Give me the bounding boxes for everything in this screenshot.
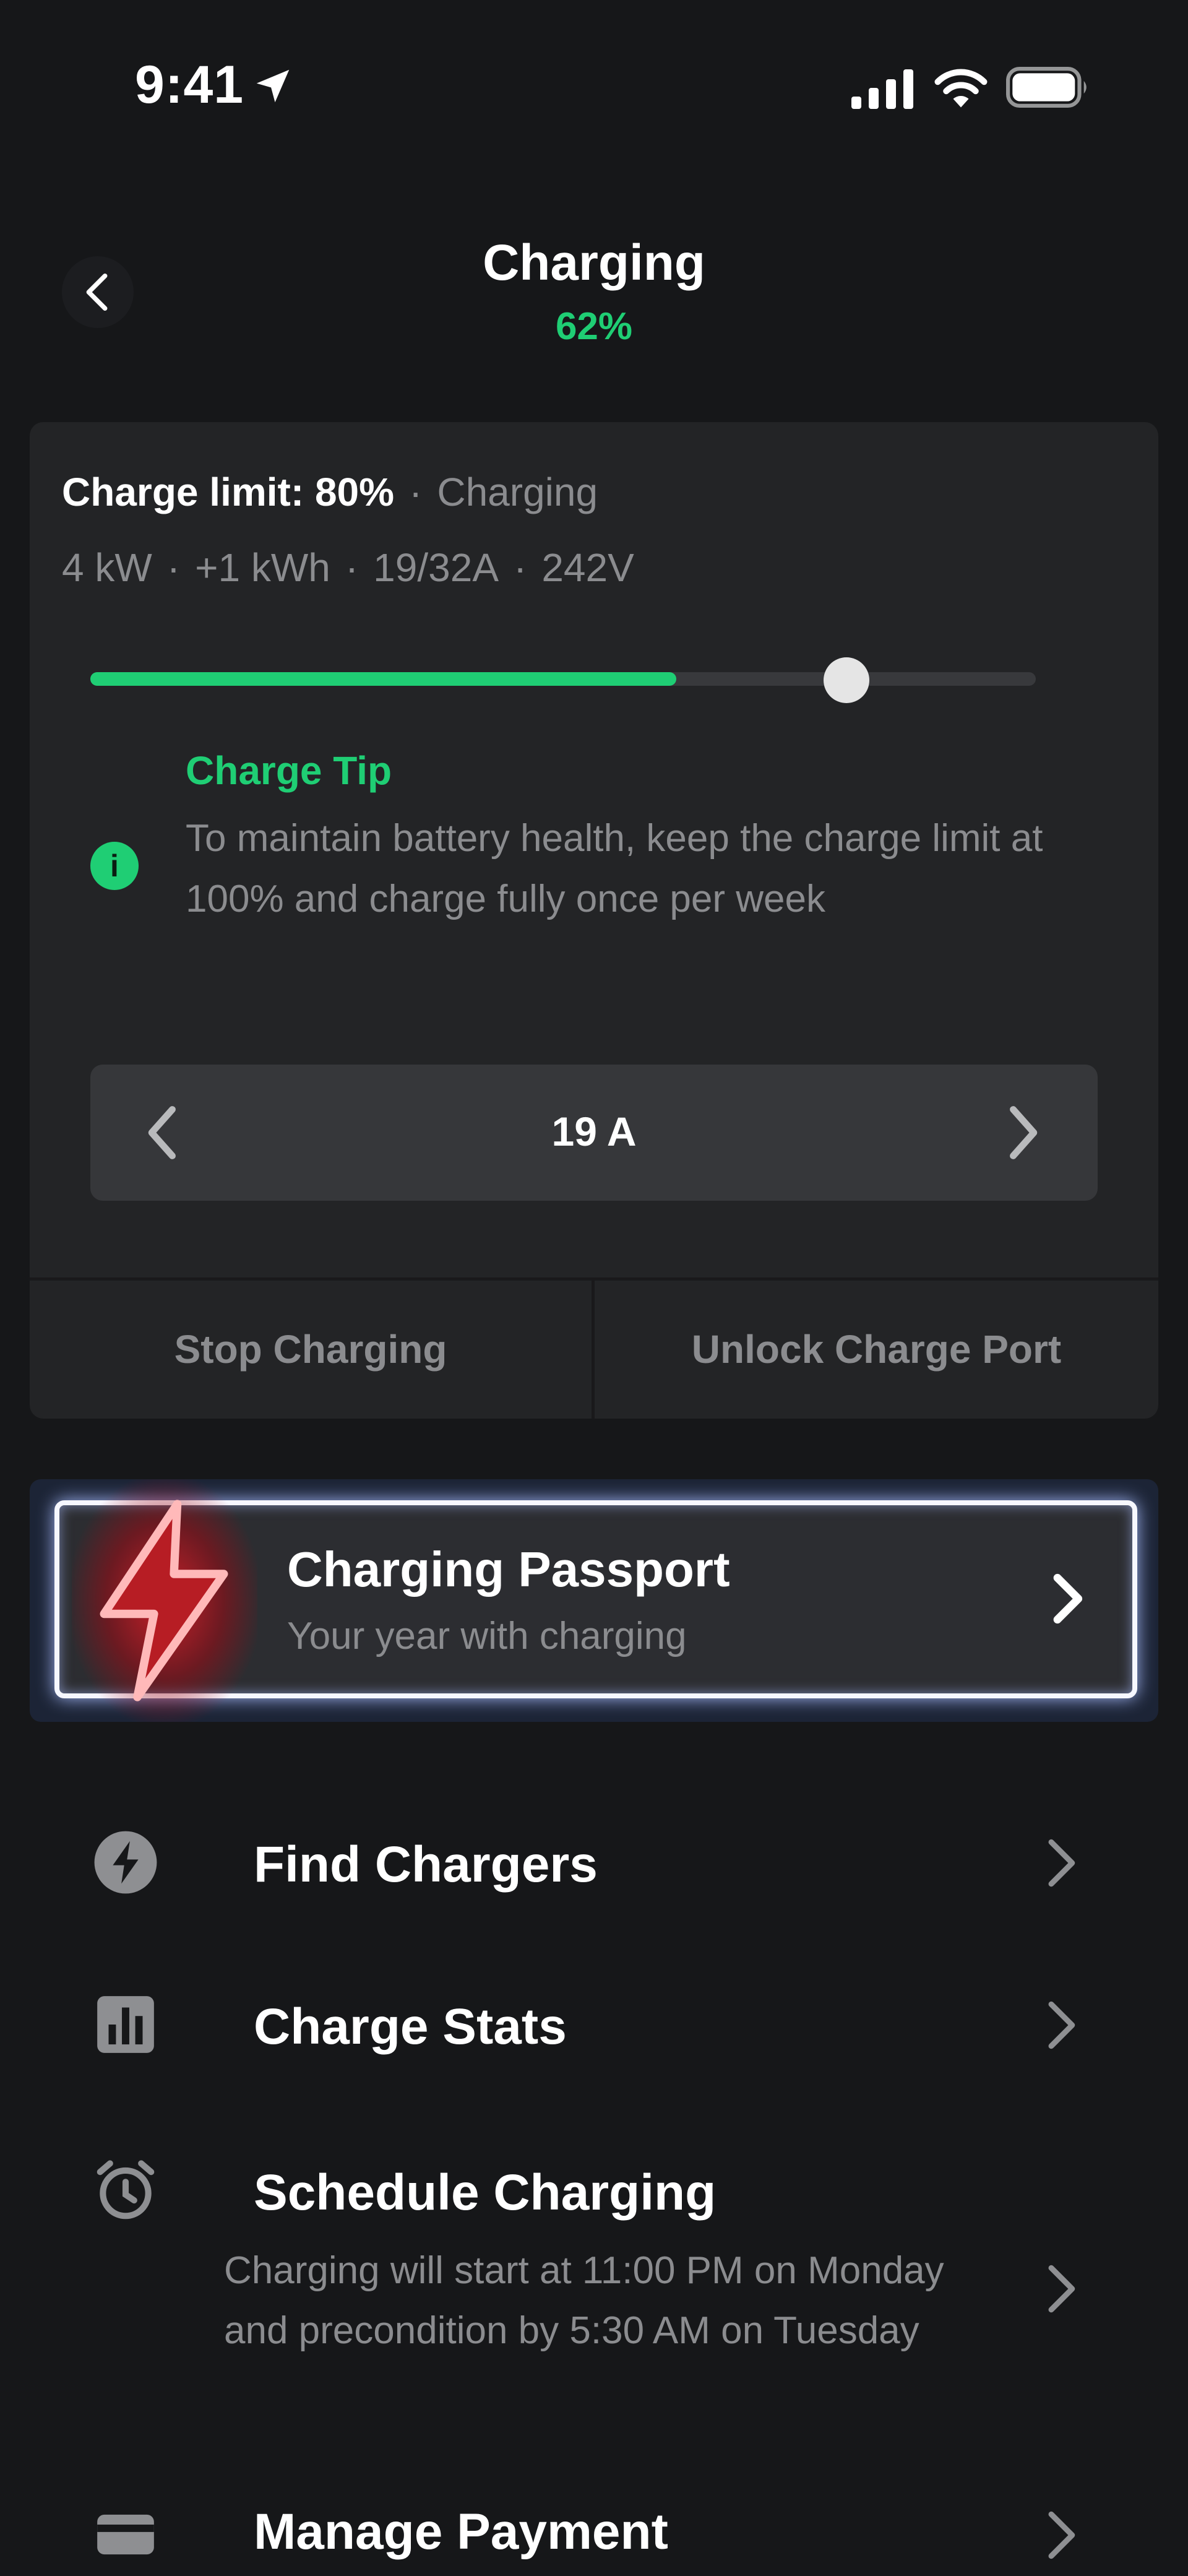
- cellular-signal-icon: [851, 69, 913, 109]
- battery-percent: 62%: [555, 305, 633, 348]
- charger-bolt-icon: [94, 1831, 157, 1894]
- chevron-right-icon: [1048, 2265, 1075, 2313]
- manage-payment-row[interactable]: Manage Payment: [30, 2500, 1158, 2576]
- manage-payment-label: Manage Payment: [254, 2504, 668, 2560]
- metric-energy-added: +1 kWh: [195, 545, 330, 590]
- charge-limit-line: Charge limit: 80% · Charging: [62, 469, 598, 515]
- chevron-right-icon: [1048, 1839, 1075, 1887]
- location-arrow-icon: [256, 69, 290, 103]
- increase-amperage-button[interactable]: [990, 1102, 1052, 1164]
- separator-dot: ·: [166, 545, 181, 590]
- charging-state: Charging: [437, 470, 598, 514]
- passport-title: Charging Passport: [287, 1542, 730, 1597]
- find-chargers-label: Find Chargers: [254, 1836, 598, 1893]
- metric-voltage: 242V: [541, 545, 634, 590]
- charging-metrics: 4 kW · +1 kWh · 19/32A · 242V: [62, 545, 634, 590]
- charge-stats-row[interactable]: Charge Stats: [30, 1963, 1158, 2087]
- bar-chart-icon: [97, 1996, 154, 2053]
- charge-level-fill: [90, 672, 677, 686]
- wifi-icon: [934, 69, 988, 108]
- metric-current: 19/32A: [373, 545, 499, 590]
- charge-limit-slider-thumb[interactable]: [824, 657, 870, 703]
- chevron-right-icon: [1048, 2511, 1075, 2559]
- passport-subtitle: Your year with charging: [287, 1615, 687, 1658]
- battery-icon: [1006, 67, 1087, 108]
- schedule-description: Charging will start at 11:00 PM on Monda…: [224, 2249, 944, 2352]
- lightning-bolt-icon: [100, 1500, 228, 1701]
- separator-dot: ·: [345, 545, 359, 590]
- charge-tip-body: To maintain battery health, keep the cha…: [186, 817, 1043, 920]
- status-time: 9:41: [135, 55, 244, 115]
- find-chargers-row[interactable]: Find Chargers: [30, 1801, 1158, 1925]
- stop-charging-button[interactable]: Stop Charging: [30, 1280, 592, 1419]
- alarm-clock-icon: [97, 2160, 155, 2219]
- separator-dot: ·: [514, 545, 527, 590]
- amperage-value: 19 A: [551, 1109, 637, 1154]
- credit-card-icon: [97, 2514, 154, 2555]
- chevron-right-icon: [1053, 1573, 1083, 1624]
- chevron-right-icon: [1048, 2001, 1075, 2049]
- charge-tip-title: Charge Tip: [186, 748, 392, 793]
- separator-dot: ·: [409, 470, 423, 514]
- info-icon: i: [90, 842, 139, 890]
- unlock-charge-port-button[interactable]: Unlock Charge Port: [595, 1280, 1158, 1419]
- charge-stats-label: Charge Stats: [254, 1999, 567, 2055]
- schedule-charging-label: Schedule Charging: [254, 2164, 717, 2221]
- charge-limit-label: Charge limit: 80%: [62, 470, 395, 514]
- page-title: Charging: [483, 235, 705, 291]
- metric-power: 4 kW: [62, 545, 152, 590]
